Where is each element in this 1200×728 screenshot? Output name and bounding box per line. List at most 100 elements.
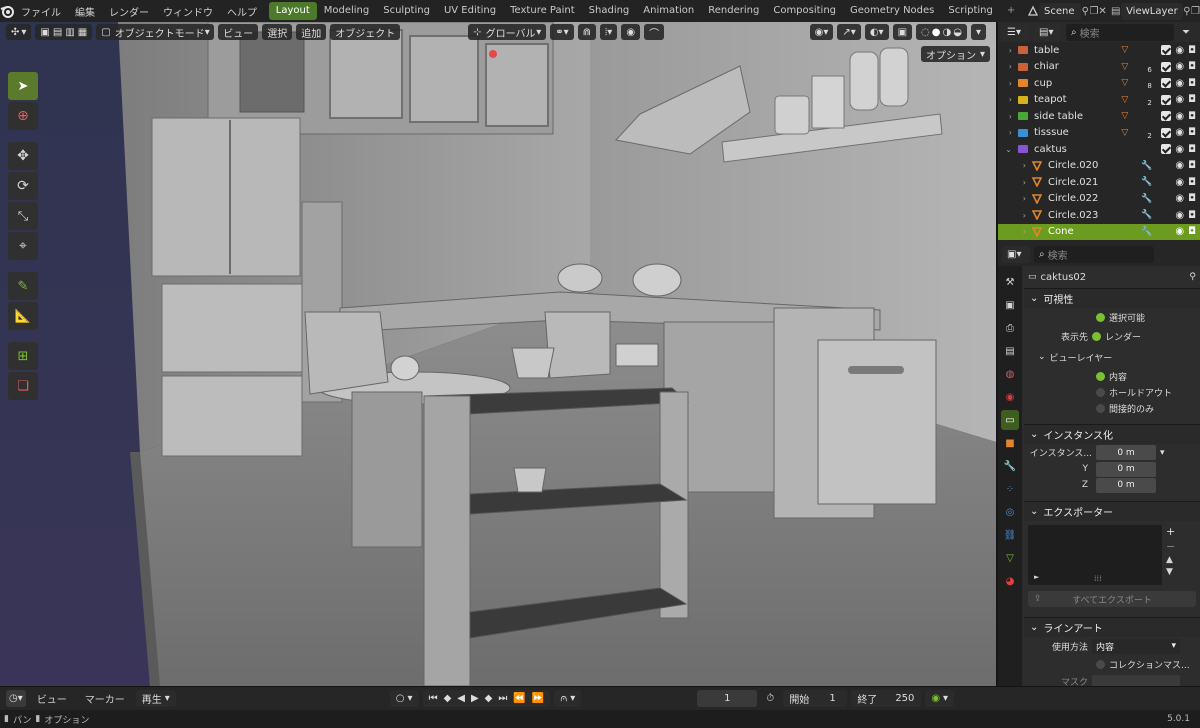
outliner-row[interactable]: › teapot ▽ 2 ◉ ◘: [998, 92, 1200, 109]
move-down-icon[interactable]: ▼: [1166, 567, 1175, 577]
tab-animation[interactable]: Animation: [636, 2, 701, 20]
snap-target-dropdown[interactable]: ⦙ ▾: [600, 24, 618, 40]
expand-right-icon[interactable]: ›: [998, 211, 1030, 220]
outliner-row[interactable]: › tisssue ▽ 2 ◉ ◘: [998, 125, 1200, 142]
timeline-editor-type[interactable]: ◷ ▾: [6, 690, 26, 707]
cursor-tool[interactable]: ⊕: [8, 102, 38, 130]
content-toggle[interactable]: [1096, 371, 1105, 381]
add-workspace-button[interactable]: +: [1000, 2, 1022, 20]
new-scene-icon[interactable]: ❐: [1089, 6, 1098, 17]
properties-search[interactable]: ⌕ 検索: [1034, 245, 1154, 263]
shading-options-dropdown[interactable]: ▾: [970, 24, 986, 40]
3d-viewport[interactable]: ✣ ▾ ▣ ▤ ▥ ▦ ▢ オブジェクトモード ▾ ビュー 選択 追加 オブジェク…: [0, 22, 996, 686]
holdout-item[interactable]: ホールドアウト: [1024, 384, 1200, 400]
menu-select[interactable]: 選択: [262, 24, 293, 40]
falloff-dropdown[interactable]: ⌒: [644, 24, 665, 40]
menu-add[interactable]: 追加: [296, 24, 327, 40]
collection-mask-row[interactable]: コレクションマス...: [1024, 655, 1200, 673]
exclude-checkbox[interactable]: [1161, 94, 1172, 105]
snap-toggle[interactable]: ⋒: [577, 24, 597, 40]
eye-icon[interactable]: ◉: [1175, 210, 1184, 221]
outliner-row[interactable]: › Circle.021 🔧 ◉ ◘: [998, 174, 1200, 191]
pin-icon[interactable]: ⚲: [1081, 6, 1089, 17]
outliner-row[interactable]: › table ▽ ◉ ◘: [998, 42, 1200, 59]
blender-logo-icon[interactable]: [0, 2, 14, 20]
play-reverse-icon[interactable]: ◀: [457, 693, 465, 704]
jump-start-icon[interactable]: ⏮: [429, 693, 438, 704]
outliner-search[interactable]: ⌕ 検索: [1066, 23, 1174, 41]
camera-icon[interactable]: ◘: [1188, 193, 1196, 204]
eye-icon[interactable]: ◉: [1175, 94, 1184, 105]
modifier-tab[interactable]: 🔧: [1001, 456, 1019, 476]
world-tab[interactable]: ◉: [1001, 387, 1019, 407]
tab-layout[interactable]: Layout: [268, 2, 317, 20]
start-frame-field[interactable]: 開始 1: [783, 690, 848, 707]
eye-icon[interactable]: ◉: [1175, 226, 1184, 237]
collection-mask-toggle[interactable]: [1096, 659, 1105, 669]
duplicate-tool[interactable]: ❏: [8, 372, 38, 400]
add-cube-tool[interactable]: ⊞: [8, 342, 38, 370]
expand-right-icon[interactable]: ›: [998, 128, 1016, 137]
expand-right-icon[interactable]: ›: [998, 112, 1016, 121]
menu-window[interactable]: ウィンドウ: [156, 4, 220, 19]
camera-icon[interactable]: ◘: [1188, 78, 1196, 89]
new-view-layer-icon[interactable]: ❐: [1191, 6, 1200, 17]
material-tab[interactable]: ◕: [1001, 571, 1019, 591]
eye-icon[interactable]: ◉: [1175, 127, 1184, 138]
move-tool[interactable]: ✥: [8, 142, 38, 170]
tool-tab[interactable]: ⚒: [1001, 272, 1019, 292]
outliner-row[interactable]: › Circle.022 🔧 ◉ ◘: [998, 191, 1200, 208]
menu-render[interactable]: レンダー: [102, 4, 156, 19]
tab-scripting[interactable]: Scripting: [941, 2, 999, 20]
end-frame-field[interactable]: 終了 250: [851, 690, 922, 707]
outliner-row[interactable]: › Circle.023 🔧 ◉ ◘: [998, 207, 1200, 224]
next-keyframe-icon[interactable]: ◆: [485, 693, 493, 704]
material-shading-icon[interactable]: ◑: [943, 27, 952, 38]
scale-tool[interactable]: ⤡: [8, 202, 38, 230]
camera-icon[interactable]: ◘: [1188, 127, 1196, 138]
exclude-checkbox[interactable]: [1161, 111, 1172, 122]
outliner-row[interactable]: › Cone 🔧 ◉ ◘: [998, 223, 1200, 240]
resize-handle-icon[interactable]: ⁞⁞⁞: [1094, 574, 1102, 583]
expand-right-icon[interactable]: ›: [998, 178, 1030, 187]
exclude-checkbox[interactable]: [1161, 127, 1172, 138]
tab-uv-editing[interactable]: UV Editing: [437, 2, 503, 20]
wireframe-shading-icon[interactable]: ◌: [921, 27, 930, 38]
camera-icon[interactable]: ◘: [1188, 61, 1196, 72]
select-box-tool[interactable]: ➤: [8, 72, 38, 100]
eye-icon[interactable]: ◉: [1175, 144, 1184, 155]
xray-toggle[interactable]: ▣: [892, 24, 913, 40]
eye-icon[interactable]: ◉: [1175, 78, 1184, 89]
particles-tab[interactable]: ⁘: [1001, 479, 1019, 499]
camera-icon[interactable]: ◘: [1188, 144, 1196, 155]
export-all-button[interactable]: ⇪ すべてエクスポート: [1028, 591, 1196, 607]
tab-texture-paint[interactable]: Texture Paint: [503, 2, 582, 20]
view-layer-subpanel-header[interactable]: ⌄ ビューレイヤー: [1024, 346, 1200, 368]
properties-editor-type[interactable]: ▣ ▾: [1002, 245, 1030, 263]
menu-edit[interactable]: 編集: [68, 4, 102, 19]
transform-tool[interactable]: ⌖: [8, 232, 38, 260]
physics-tab[interactable]: ◎: [1001, 502, 1019, 522]
data-tab[interactable]: ▽: [1001, 548, 1019, 568]
object-tab[interactable]: ■: [1001, 433, 1019, 453]
menu-object[interactable]: オブジェクト: [330, 24, 401, 40]
view-layer-selector[interactable]: ViewLayer: [1121, 2, 1183, 20]
next-frame-icon[interactable]: ⏩: [532, 693, 544, 704]
auto-keying-toggle[interactable]: ○ ▾: [389, 690, 419, 707]
tab-shading[interactable]: Shading: [582, 2, 637, 20]
eye-icon[interactable]: ◉: [1175, 45, 1184, 56]
select-mode-buttons[interactable]: ▣ ▤ ▥ ▦: [35, 24, 93, 40]
stopwatch-icon[interactable]: ⏱: [761, 693, 779, 704]
scene-tab[interactable]: ◍: [1001, 364, 1019, 384]
prev-frame-icon[interactable]: ⏪: [513, 693, 525, 704]
menu-view[interactable]: ビュー: [218, 24, 259, 40]
exporter-panel-header[interactable]: ⌄ エクスポーター: [1024, 501, 1200, 521]
timeline-view-options[interactable]: ◉ ▾: [925, 690, 955, 707]
constraints-tab[interactable]: ⛓: [1001, 525, 1019, 545]
rendered-shading-icon[interactable]: ◒: [953, 27, 962, 38]
overlay-toggle[interactable]: ◐ ▾: [864, 24, 889, 40]
outliner-row[interactable]: › cup ▽ 8 ◉ ◘: [998, 75, 1200, 92]
select-new-icon[interactable]: ▣: [40, 27, 49, 38]
transform-orientation-dropdown[interactable]: ⊹ グローバル ▾: [468, 24, 547, 40]
tab-modeling[interactable]: Modeling: [317, 2, 377, 20]
